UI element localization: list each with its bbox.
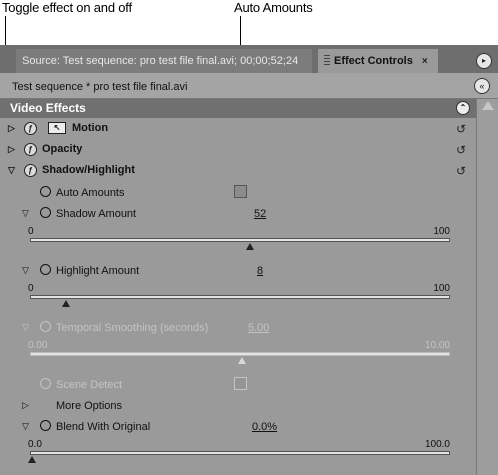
slider-thumb (238, 357, 246, 364)
slider-thumb[interactable] (246, 243, 255, 250)
effect-label-opacity: Opacity (42, 143, 83, 155)
temporal-smoothing-value: 5.00 (248, 322, 270, 334)
expand-arrow-icon[interactable]: ▷ (8, 144, 15, 155)
shadow-amount-value[interactable]: 52 (254, 208, 266, 220)
callout-auto-amounts: Auto Amounts (234, 0, 313, 15)
prop-temporal-smoothing: ▽ Temporal Smoothing (seconds) 5.00 (0, 318, 476, 338)
tab-source[interactable]: Source: Test sequence: pro test file fin… (16, 49, 312, 73)
sequence-bar: Test sequence * pro test file final.avi … (0, 73, 498, 99)
collapse-arrow-icon[interactable]: ▽ (22, 265, 29, 276)
effect-row-motion[interactable]: ▷ ƒ ↖ Motion ↺ (0, 118, 476, 139)
tab-effect-controls-label: Effect Controls (334, 55, 413, 67)
stopwatch-icon[interactable] (40, 207, 51, 218)
stopwatch-icon[interactable] (40, 186, 51, 197)
collapse-arrow-icon: ▽ (22, 322, 29, 332)
slider-track[interactable] (30, 238, 450, 242)
scene-detect-checkbox (234, 377, 247, 390)
slider-track[interactable] (30, 451, 450, 455)
prop-label: Auto Amounts (56, 187, 125, 199)
slider-max: 100.0 (424, 439, 450, 450)
prop-label: Temporal Smoothing (seconds) (56, 322, 209, 334)
close-icon[interactable]: × (419, 56, 431, 68)
prop-blend-with-original: ▽ Blend With Original 0.0% (0, 417, 476, 437)
effect-row-opacity[interactable]: ▷ ƒ Opacity ↺ (0, 139, 476, 160)
reset-icon[interactable]: ↺ (456, 143, 466, 157)
effect-controls-panel: Source: Test sequence: pro test file fin… (0, 45, 498, 475)
slider-thumb[interactable] (61, 300, 70, 307)
slider-track (30, 352, 450, 356)
highlight-amount-slider[interactable]: 0 100 (28, 283, 452, 307)
scrollbar[interactable] (476, 99, 498, 475)
blend-with-original-value[interactable]: 0.0% (252, 421, 277, 433)
reset-icon[interactable]: ↺ (456, 122, 466, 136)
collapse-arrow-icon[interactable]: ▽ (22, 421, 29, 432)
expand-arrow-icon[interactable]: ▷ (22, 400, 29, 411)
slider-min: 0.0 (28, 439, 42, 450)
slider-max: 100 (433, 283, 450, 294)
prop-label: Scene Detect (56, 379, 123, 391)
blend-with-original-slider[interactable]: 0.0 100.0 (28, 439, 452, 463)
shadow-amount-slider[interactable]: 0 100 (28, 226, 452, 250)
grip-icon[interactable] (324, 55, 330, 65)
effects-list: ▷ ƒ ↖ Motion ↺ ▷ ƒ Opacity ↺ ▽ ƒ Shadow/… (0, 118, 476, 475)
collapse-icon[interactable]: ⌃ (456, 101, 470, 115)
slider-min: 0 (28, 283, 34, 294)
fx-toggle-icon[interactable]: ƒ (24, 122, 37, 135)
video-effects-title: Video Effects (10, 101, 86, 115)
reset-icon[interactable]: ↺ (456, 164, 466, 178)
timeline-toggle-button[interactable]: « (474, 78, 490, 94)
scroll-up-arrow-icon[interactable] (482, 101, 494, 110)
tab-effect-controls[interactable]: Effect Controls × (318, 49, 438, 73)
auto-amounts-checkbox[interactable] (234, 185, 247, 198)
panel-menu-button[interactable]: ▸ (476, 53, 492, 69)
fx-toggle-icon[interactable]: ƒ (24, 164, 37, 177)
sequence-name: Test sequence * pro test file final.avi (12, 81, 188, 93)
prop-label: More Options (56, 400, 123, 412)
expand-arrow-icon[interactable]: ▷ (8, 123, 15, 134)
stopwatch-icon (40, 321, 51, 332)
prop-scene-detect: Scene Detect (0, 375, 476, 395)
effect-label-motion: Motion (72, 122, 109, 134)
tab-source-label: Source: Test sequence: pro test file fin… (22, 55, 299, 67)
slider-track[interactable] (30, 295, 450, 299)
tab-bar: Source: Test sequence: pro test file fin… (0, 45, 498, 73)
prop-highlight-amount: ▽ Highlight Amount 8 (0, 261, 476, 281)
slider-thumb[interactable] (28, 456, 36, 463)
slider-min: 0 (28, 226, 34, 237)
slider-max: 10.00 (424, 340, 450, 351)
stopwatch-icon (40, 378, 51, 389)
temporal-smoothing-slider: 0.00 10.00 (28, 340, 452, 364)
prop-label: Blend With Original (56, 421, 151, 433)
prop-more-options[interactable]: ▷ More Options (0, 396, 476, 416)
prop-auto-amounts: Auto Amounts (0, 183, 476, 203)
fx-toggle-icon[interactable]: ƒ (24, 143, 37, 156)
prop-shadow-amount: ▽ Shadow Amount 52 (0, 204, 476, 224)
stopwatch-icon[interactable] (40, 420, 51, 431)
effect-label-shadow-highlight: Shadow/Highlight (42, 164, 135, 176)
collapse-arrow-icon[interactable]: ▽ (22, 208, 29, 219)
video-effects-header: Video Effects ⌃ (0, 99, 476, 118)
collapse-arrow-icon[interactable]: ▽ (8, 165, 15, 176)
slider-min: 0.00 (28, 340, 48, 351)
prop-label: Highlight Amount (56, 265, 140, 277)
highlight-amount-value[interactable]: 8 (257, 265, 263, 277)
effect-row-shadow-highlight[interactable]: ▽ ƒ Shadow/Highlight ↺ (0, 160, 476, 181)
prop-label: Shadow Amount (56, 208, 137, 220)
motion-icon: ↖ (48, 122, 66, 134)
callout-toggle-effect: Toggle effect on and off (2, 0, 132, 15)
slider-max: 100 (433, 226, 450, 237)
stopwatch-icon[interactable] (40, 264, 51, 275)
